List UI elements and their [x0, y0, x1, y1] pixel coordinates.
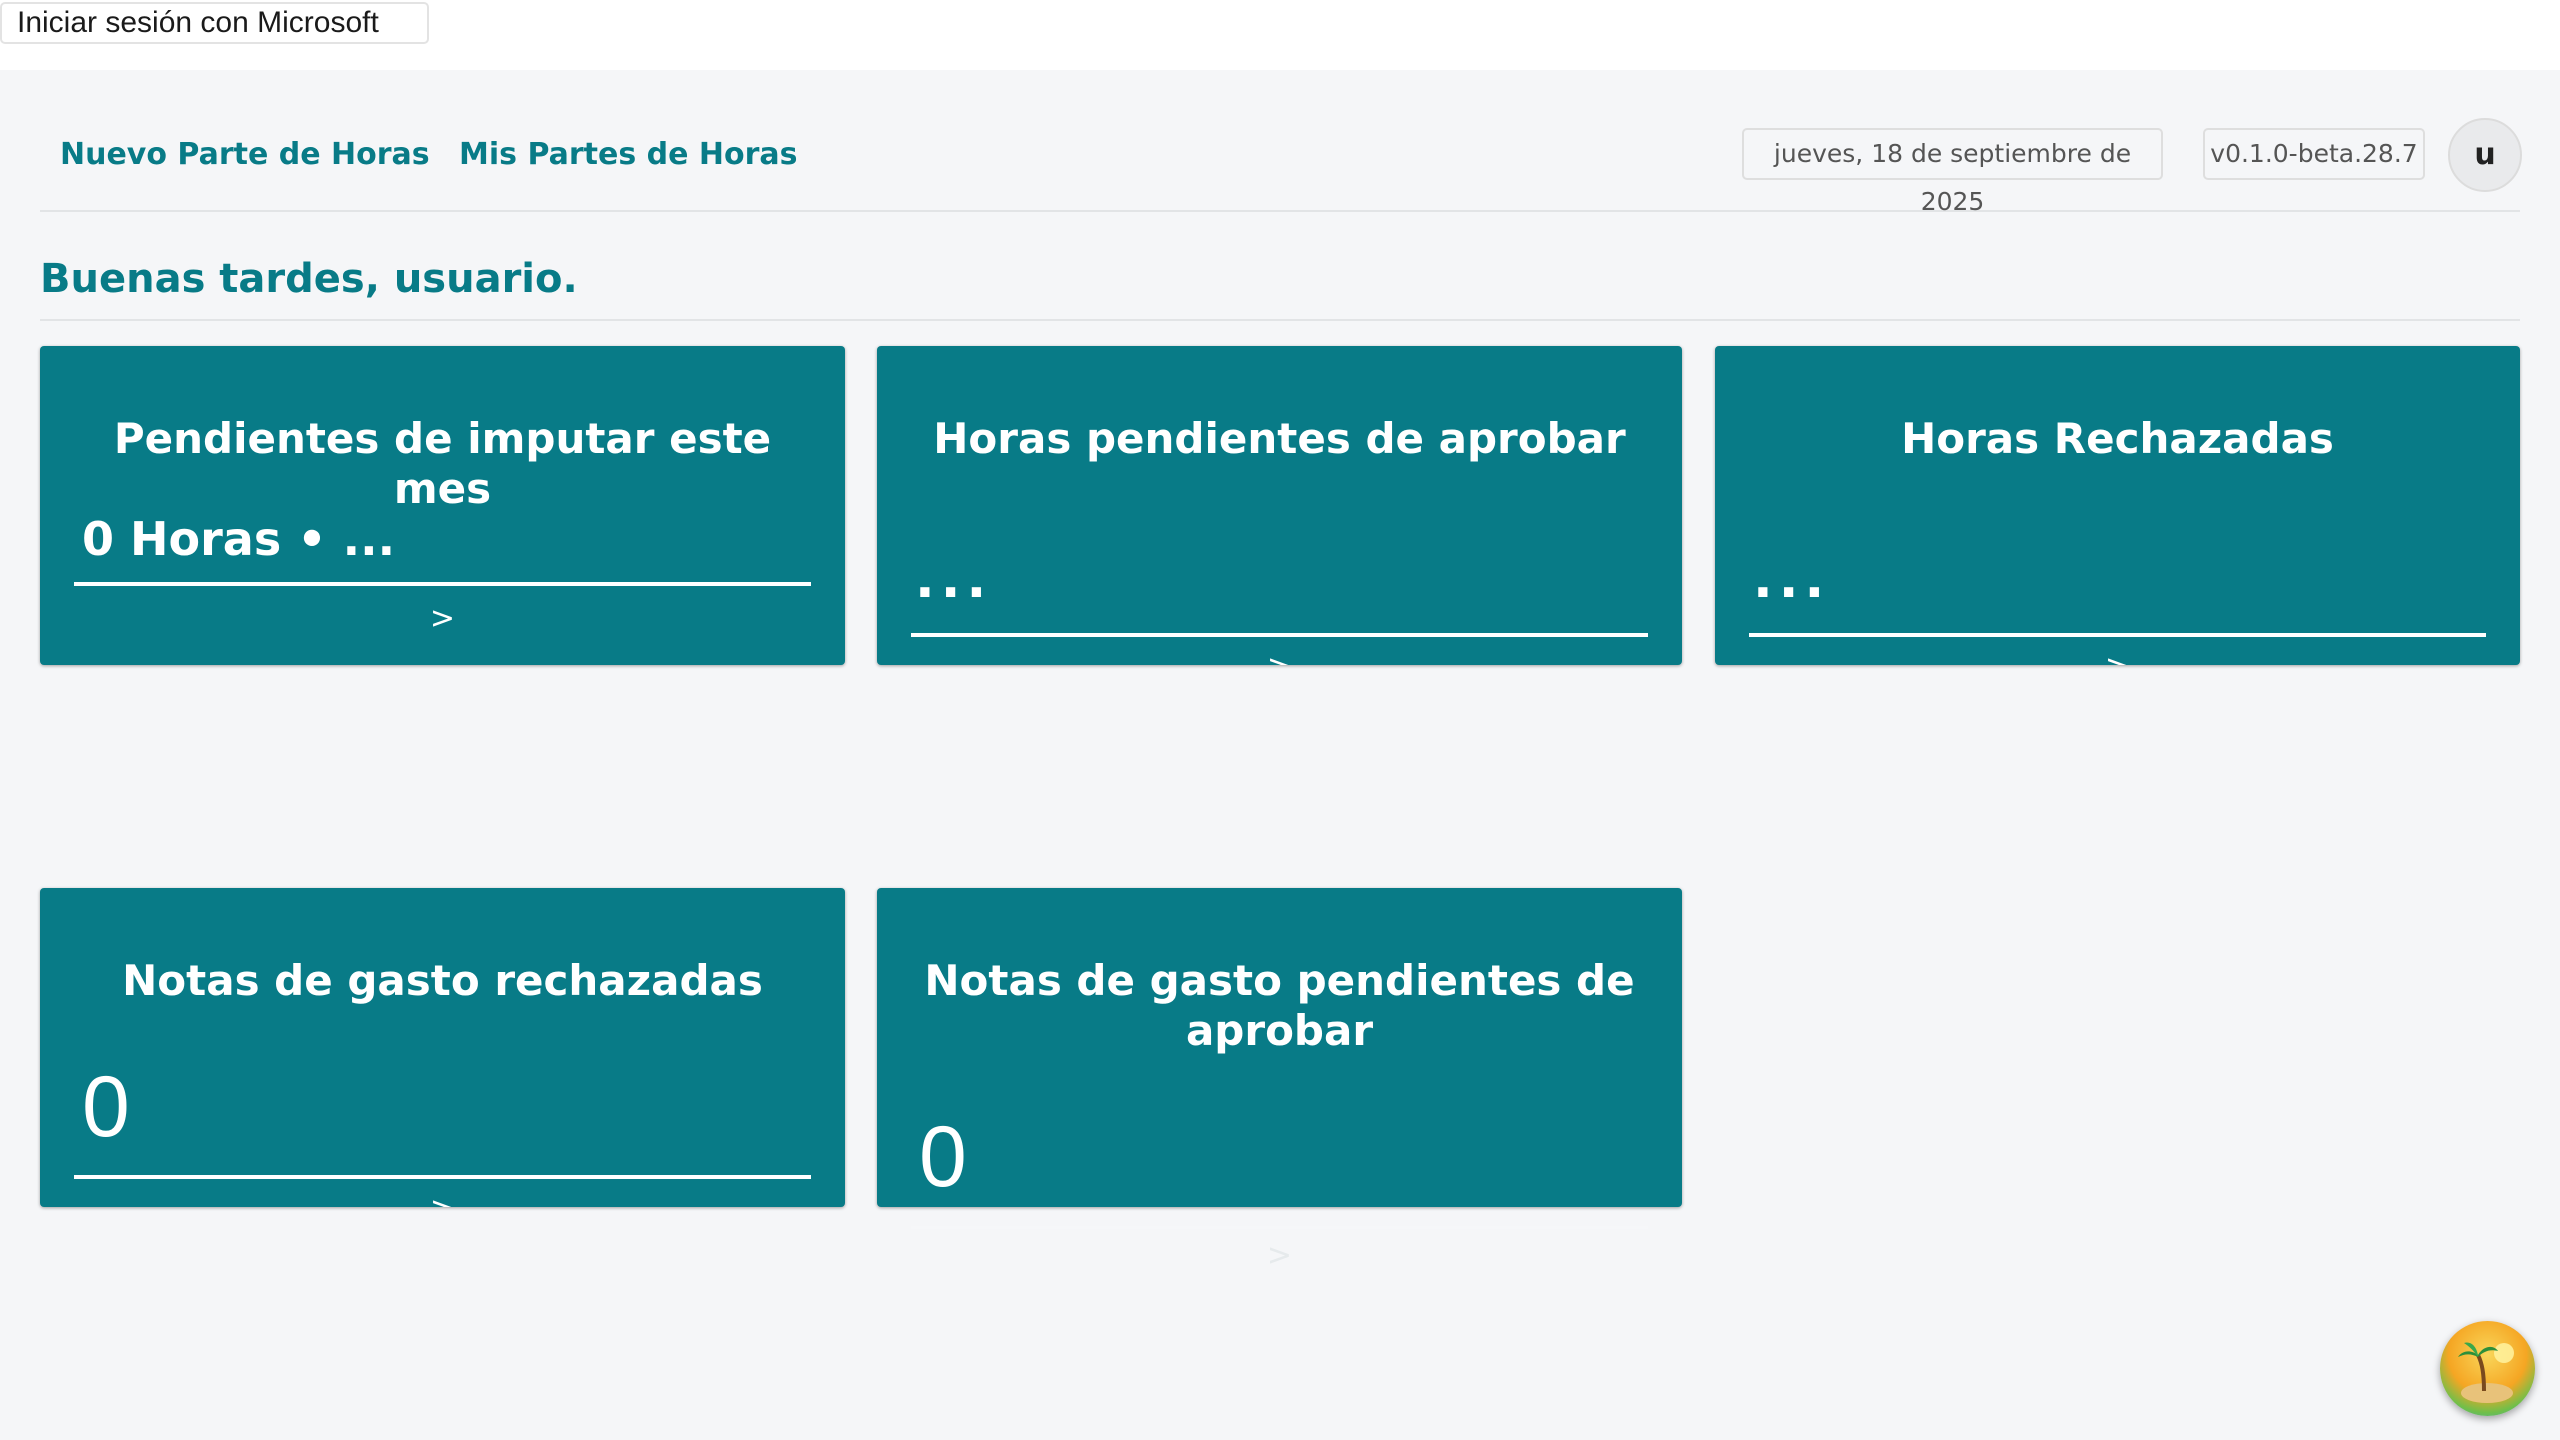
top-bar: Iniciar sesión con Microsoft	[0, 0, 2560, 70]
card-value: 0 Horas • ...	[82, 512, 396, 566]
nav-new-timesheet[interactable]: Nuevo Parte de Horas	[60, 137, 430, 172]
card-divider	[74, 582, 811, 586]
version-badge: v0.1.0-beta.28.7	[2203, 128, 2425, 180]
card-expense-notes-pending-approval[interactable]: Notas de gasto pendientes de aprobar 0 >	[877, 888, 1682, 1273]
card-title: Notas de gasto pendientes de aprobar	[924, 956, 1635, 1055]
card-arrow[interactable]: >	[1715, 649, 2520, 665]
card-hours-pending-approval[interactable]: Horas pendientes de aprobar ... >	[877, 346, 1682, 665]
card-value: 0	[82, 1059, 130, 1155]
card-arrow[interactable]: >	[877, 1238, 1682, 1273]
card-arrow[interactable]: >	[40, 1191, 845, 1207]
card-title: Horas Rechazadas	[1901, 414, 2334, 463]
card-divider	[911, 1226, 1648, 1229]
beach-island-icon[interactable]	[2440, 1321, 2535, 1416]
microsoft-login-button[interactable]: Iniciar sesión con Microsoft	[0, 2, 429, 44]
card-arrow[interactable]: >	[40, 601, 845, 636]
card-value: 0	[919, 1109, 967, 1205]
card-rejected-expense-notes[interactable]: Notas de gasto rechazadas 0 >	[40, 888, 845, 1207]
card-arrow[interactable]: >	[877, 649, 1682, 665]
card-rejected-hours[interactable]: Horas Rechazadas ... >	[1715, 346, 2520, 665]
card-divider	[911, 633, 1648, 637]
nav-my-timesheets[interactable]: Mis Partes de Horas	[459, 137, 798, 172]
card-title: Pendientes de imputar este mes	[113, 414, 772, 513]
card-title: Notas de gasto rechazadas	[122, 956, 763, 1005]
card-value: ...	[915, 550, 993, 610]
card-divider	[1749, 633, 2486, 637]
user-avatar[interactable]: u	[2448, 118, 2522, 192]
greeting-heading: Buenas tardes, usuario.	[40, 256, 578, 302]
greeting-divider	[40, 319, 2520, 321]
card-divider	[74, 1175, 811, 1179]
card-value: ...	[1753, 550, 1831, 610]
date-badge: jueves, 18 de septiembre de 2025	[1742, 128, 2163, 216]
main-navigation: Nuevo Parte de Horas Mis Partes de Horas…	[40, 115, 2522, 216]
card-pending-this-month[interactable]: Pendientes de imputar este mes 0 Horas •…	[40, 346, 845, 665]
card-title: Horas pendientes de aprobar	[933, 414, 1626, 463]
